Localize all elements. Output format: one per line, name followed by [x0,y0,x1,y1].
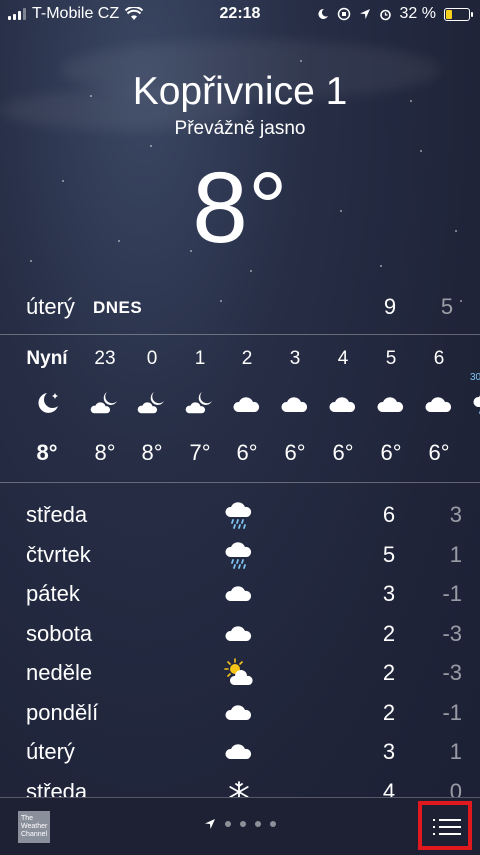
cloud-icon [280,390,310,416]
hourly-forecast[interactable]: Nyní 8° 23 8° 0 8° 1 7° 2 6° 3 6° 4 6° 5 6° 6 6° 6 30 [0,336,480,480]
day-name: neděle [26,660,93,685]
cloud-rain-icon [224,540,254,570]
weather-condition: Převážně jasno [174,118,306,139]
alarm-icon [379,9,391,20]
precipitation-chance: 30 [470,372,480,383]
cloud-moon-icon [184,390,215,416]
daily-row: středa 6 3 [0,498,480,538]
day-low: -1 [442,699,462,725]
day-name: úterý [26,739,75,764]
day-name: pondělí [26,699,99,725]
location-name: Kopřivnice 1 [132,70,348,113]
today-row: úterý DNES 9 5 [0,290,480,324]
hour-temperature: 6° [284,440,306,465]
cloud-icon [376,390,406,416]
hour-label: 5 [385,348,397,369]
star [150,145,152,147]
battery-icon [444,7,473,21]
daily-row: sobota 2 -3 [0,617,480,657]
page-indicator[interactable] [0,818,480,830]
page-dot[interactable] [255,821,261,827]
hour-temperature: 8° [141,440,163,465]
day-low: -1 [442,581,462,606]
day-high: 2 [382,660,396,685]
day-high: 2 [382,620,396,646]
hour-label: 4 [337,348,349,369]
hour-label: Nyní [26,348,68,369]
cloud-icon [232,390,262,416]
hour-temperature: 8° [36,440,58,465]
day-low: 3 [449,502,462,527]
day-low: -3 [442,620,462,646]
day-high: 3 [382,739,396,764]
page-dot[interactable] [240,821,246,827]
battery-percent: 32 % [399,5,436,22]
hour-label: 0 [146,348,158,369]
day-high: 3 [382,581,396,606]
moon-icon [32,390,62,416]
day-low: 1 [449,541,462,567]
bottom-toolbar: The Weather Channel [0,797,480,855]
daily-row: pondělí 2 -1 [0,696,480,736]
day-low: 1 [449,739,462,764]
hour-temperature: 6° [428,440,450,465]
cloud-rain-icon [224,500,254,530]
page-dot[interactable] [270,821,276,827]
hour-temperature: 6° [380,440,402,465]
star [380,265,382,267]
rotation-lock-icon [337,7,350,21]
hour-label: 6 [433,348,445,369]
cloud-icon [328,390,358,416]
hour-temperature: 6° [236,440,258,465]
today-label: DNES [93,298,143,317]
star [250,270,252,272]
hour-temperature: 7° [189,440,211,465]
hour-label: 1 [194,348,206,369]
page-dot[interactable] [225,821,231,827]
hour-label: 23 [94,348,116,369]
current-temperature: 8° [192,152,288,264]
star [30,260,32,262]
cloud-icon [224,579,254,609]
hour-temperature: 8° [94,440,116,465]
cloud-icon [224,698,254,728]
cloud-icon [424,390,454,416]
daily-row: neděle 2 -3 [0,656,480,696]
day-name: pátek [26,581,80,606]
day-high: 6 [382,502,396,527]
daily-row: čtvrtek 5 1 [0,538,480,578]
cloud-icon [224,619,254,649]
hour-temperature: 6 [462,440,480,466]
hour-temperature: 6° [332,440,354,465]
hour-label: 3 [289,348,301,369]
location-arrow-icon [205,819,215,829]
hour-label: 2 [241,348,253,369]
do-not-disturb-icon [317,8,328,19]
day-high: 2 [382,699,396,725]
star [420,150,422,152]
sun-cloud-icon [224,658,254,688]
daily-row: úterý 3 1 [0,735,480,775]
cloud-icon [224,737,254,767]
divider [0,482,480,483]
daily-row: pátek 3 -1 [0,577,480,617]
location-arrow-icon [359,9,370,19]
today-low: 5 [440,294,454,319]
divider [0,334,480,335]
cloud-rain-icon [472,390,480,416]
today-high: 9 [383,294,397,319]
day-low: -3 [442,660,462,685]
status-bar: T-Mobile CZ 22:18 32 % [0,0,480,28]
city-list-button[interactable] [418,801,472,850]
cloud-moon-icon [136,390,167,416]
day-name: sobota [26,620,93,646]
day-high: 5 [382,541,396,567]
today-day: úterý [26,294,75,319]
day-name: čtvrtek [26,541,91,567]
cloud-moon-icon [89,390,120,416]
day-name: středa [26,502,88,527]
